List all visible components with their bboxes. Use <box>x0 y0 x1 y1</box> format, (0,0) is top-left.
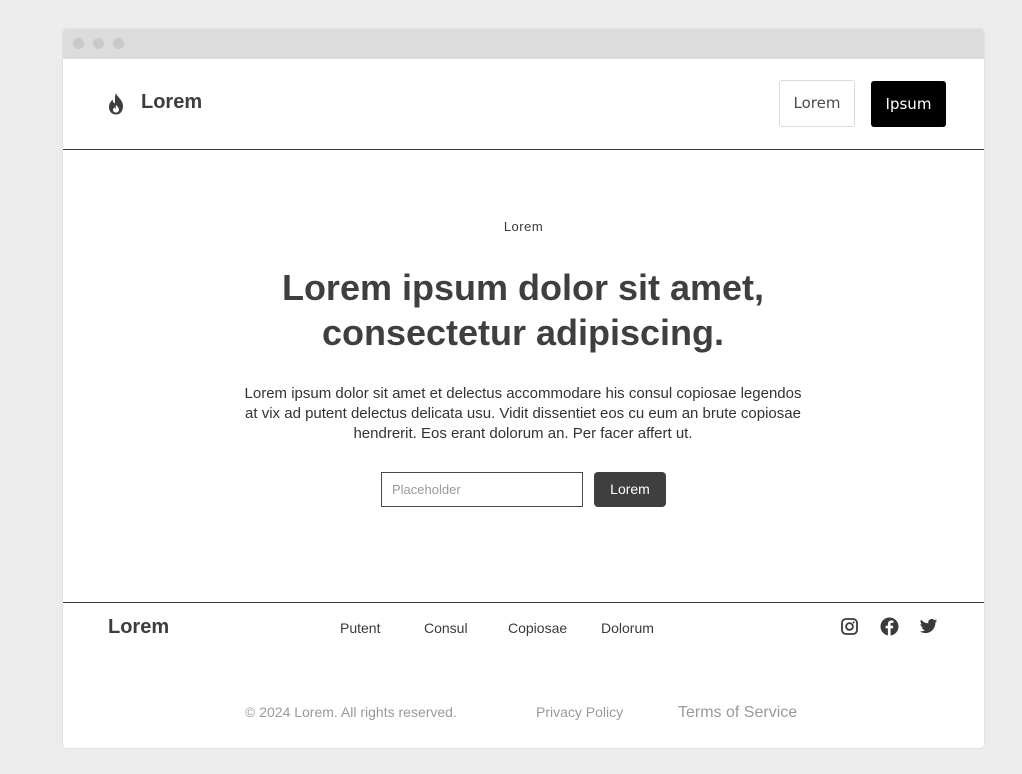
footer-link-consul[interactable]: Consul <box>424 620 468 636</box>
footer-divider <box>63 602 984 603</box>
footer-terms-link[interactable]: Terms of Service <box>678 704 797 722</box>
hero-title-line-1: Lorem ipsum dolor sit amet, <box>281 267 765 308</box>
footer-privacy-link[interactable]: Privacy Policy <box>536 704 623 720</box>
window-dot-minimize[interactable] <box>93 38 104 49</box>
hero-title: Lorem ipsum dolor sit amet, consectetur … <box>223 265 823 355</box>
flame-icon <box>107 92 127 116</box>
instagram-icon[interactable] <box>840 617 859 636</box>
window-titlebar <box>63 29 984 59</box>
footer-link-copiosae[interactable]: Copiosae <box>508 620 567 636</box>
window-dot-maximize[interactable] <box>113 38 124 49</box>
hero-title-line-2: consectetur adipiscing. <box>321 312 725 353</box>
hero-eyebrow: Lorem <box>503 219 544 234</box>
twitter-icon[interactable] <box>919 617 938 636</box>
footer-brand[interactable]: Lorem <box>108 616 169 639</box>
hero-text-input[interactable] <box>381 472 583 507</box>
brand-logo-text[interactable]: Lorem <box>141 91 202 114</box>
primary-header-button[interactable]: Ipsum <box>871 81 946 127</box>
footer-copyright: © 2024 Lorem. All rights reserved. <box>245 704 457 720</box>
footer-link-dolorum[interactable]: Dolorum <box>601 620 654 636</box>
hero-submit-button[interactable]: Lorem <box>594 472 666 507</box>
window-dot-close[interactable] <box>73 38 84 49</box>
hero-description: Lorem ipsum dolor sit amet et delectus a… <box>244 385 802 442</box>
secondary-header-button[interactable]: Lorem <box>779 80 855 127</box>
browser-window: Lorem Lorem Ipsum Lorem Lorem ipsum dolo… <box>63 29 984 748</box>
facebook-icon[interactable] <box>880 617 899 636</box>
footer-link-putent[interactable]: Putent <box>340 620 380 636</box>
